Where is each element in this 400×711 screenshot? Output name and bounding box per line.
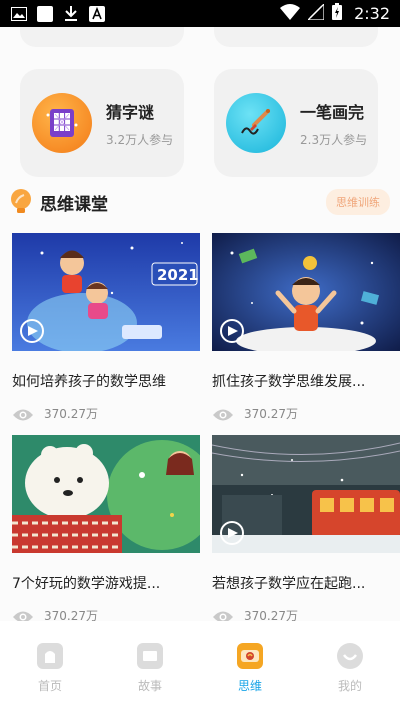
nav-item-thinking[interactable]: 思维 (200, 621, 300, 711)
lightbulb-icon (10, 189, 32, 215)
profile-icon (337, 643, 363, 669)
nav-item-home[interactable]: 首页 (0, 621, 100, 711)
video-title: 7个好玩的数学游戏提... (12, 576, 161, 592)
video-thumbnail[interactable]: 2021 (12, 233, 200, 351)
video-card[interactable]: 若想孩子数学应在起跑... 370.27万 (212, 435, 400, 621)
play-icon[interactable] (20, 319, 44, 343)
video-title: 抓住孩子数学思维发展... (212, 374, 366, 390)
play-icon[interactable] (220, 319, 244, 343)
nav-label: 思维 (237, 679, 262, 693)
status-bar: 2:32 (0, 0, 400, 27)
video-card[interactable]: 2021 如何培养孩子的数学思维 370.27万 (12, 233, 200, 422)
game-card-one-stroke[interactable]: 一笔画完 2.3万人参与 (214, 69, 378, 177)
game-card-riddle[interactable]: 猜字谜 3.2万人参与 (20, 69, 184, 177)
eye-icon (212, 609, 234, 621)
nav-label: 我的 (337, 679, 362, 693)
download-icon (62, 5, 80, 22)
view-count: 370.27万 (44, 609, 98, 621)
view-count: 370.27万 (44, 407, 98, 421)
clock: 2:32 (354, 4, 390, 23)
image-icon (10, 6, 28, 22)
signal-icon (306, 2, 325, 24)
video-card[interactable]: 抓住孩子数学思维发展... 370.27万 (212, 233, 400, 422)
nav-item-story[interactable]: 故事 (100, 621, 200, 711)
partial-card[interactable] (20, 27, 184, 47)
thinking-training-button[interactable]: 思维训练 (326, 189, 390, 215)
video-thumbnail[interactable] (212, 435, 400, 553)
game-title: 猜字谜 (106, 102, 155, 122)
story-icon (137, 643, 163, 669)
video-card[interactable]: 7个好玩的数学游戏提... 370.27万 (12, 435, 200, 621)
svg-text:2021: 2021 (157, 266, 199, 284)
square-icon (36, 5, 54, 22)
nav-label: 首页 (37, 679, 62, 693)
eye-icon (12, 609, 34, 621)
battery-icon (332, 3, 343, 24)
bottom-nav: 首页 故事 思维 我的 (0, 621, 400, 711)
game-participants: 3.2万人参与 (106, 132, 174, 147)
content-area[interactable]: 猜字谜 3.2万人参与 一笔画完 2.3万人参与 思维课堂 思维训练 2021 … (0, 27, 400, 621)
play-icon[interactable] (220, 521, 244, 545)
section-header: 思维课堂 思维训练 (10, 187, 390, 217)
section-title: 思维课堂 (40, 194, 108, 215)
home-icon (37, 643, 63, 669)
video-thumbnail[interactable] (12, 435, 200, 553)
video-title: 如何培养孩子的数学思维 (12, 374, 166, 390)
thinking-icon (237, 643, 263, 669)
video-thumbnail[interactable] (212, 233, 400, 351)
game-participants: 2.3万人参与 (300, 132, 368, 147)
partial-card[interactable] (214, 27, 378, 47)
nav-label: 故事 (137, 679, 162, 693)
paintbrush-icon (226, 93, 286, 153)
app-notification-icon (88, 5, 106, 22)
video-title: 若想孩子数学应在起跑... (212, 576, 366, 592)
eye-icon (212, 407, 234, 421)
game-title: 一笔画完 (300, 102, 365, 122)
grid-board-icon (32, 93, 92, 153)
eye-icon (12, 407, 34, 421)
wifi-icon (280, 3, 301, 24)
partial-cards-row (20, 27, 380, 47)
view-count: 370.27万 (244, 407, 298, 421)
view-count: 370.27万 (244, 609, 298, 621)
nav-item-profile[interactable]: 我的 (300, 621, 400, 711)
